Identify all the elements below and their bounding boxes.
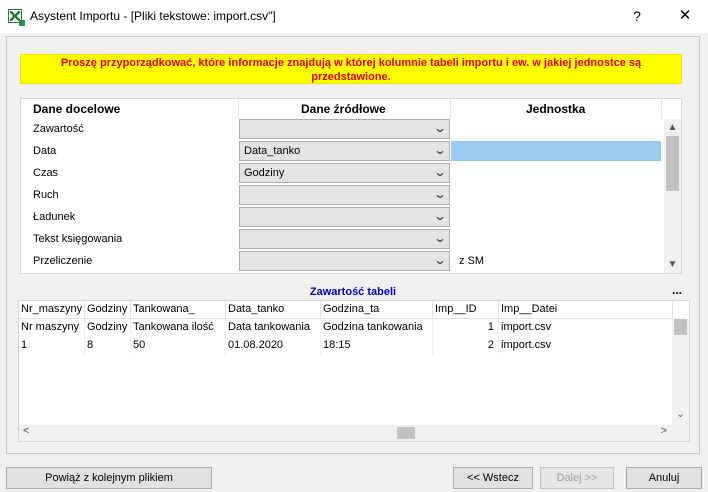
scrollbar-thumb[interactable] xyxy=(674,319,687,335)
instruction-notice: Proszę przyporządkować, które informacje… xyxy=(20,54,682,84)
more-options-button[interactable]: ... xyxy=(672,283,682,297)
cancel-button[interactable]: Anuluj xyxy=(626,467,702,489)
target-field-label: Zawartość xyxy=(33,123,84,135)
chevron-down-icon: ⌄ xyxy=(432,121,448,135)
unit-cell[interactable] xyxy=(451,229,661,249)
link-next-file-button[interactable]: Powiąż z kolejnym plikiem xyxy=(6,467,212,489)
table-row[interactable]: 1 8 50 01.08.2020 18:15 2 import.csv xyxy=(19,337,673,355)
column-header[interactable]: Imp__Datei xyxy=(499,301,673,319)
target-field-label: Ruch xyxy=(33,189,59,201)
mapping-row[interactable]: Przeliczenie ⌄ z SM xyxy=(21,251,665,272)
help-button[interactable]: ? xyxy=(622,5,652,27)
excel-icon xyxy=(8,9,25,26)
target-field-label: Data xyxy=(33,145,57,157)
column-header[interactable]: Tankowana_ xyxy=(131,301,226,319)
field-mapping-grid: Dane docelowe Dane źródłowe Jednostka Za… xyxy=(20,98,682,274)
source-combo[interactable]: ⌄ xyxy=(239,229,450,249)
scrollbar-thumb[interactable] xyxy=(397,427,415,439)
chevron-down-icon[interactable]: ⌄ xyxy=(672,409,689,425)
unit-cell[interactable]: z SM xyxy=(451,251,661,271)
close-button[interactable]: ✕ xyxy=(670,5,700,27)
table-cell: Tankowana ilość xyxy=(131,319,226,337)
scrollbar-thumb[interactable] xyxy=(666,136,679,191)
table-content-title: Zawartość tabeli xyxy=(309,286,397,298)
target-field-label: Tekst księgowania xyxy=(33,233,123,245)
source-combo[interactable]: Godziny ⌄ xyxy=(239,163,450,183)
title-bar: Asystent Importu - [Pliki tekstowe: impo… xyxy=(0,0,708,33)
chevron-down-icon: ⌄ xyxy=(432,165,448,179)
mapping-row[interactable]: Zawartość ⌄ xyxy=(21,119,665,140)
mapping-row[interactable]: Tekst księgowania ⌄ xyxy=(21,229,665,250)
table-cell: 50 xyxy=(131,337,226,355)
table-vertical-scrollbar[interactable]: ⌄ xyxy=(672,319,689,425)
source-combo[interactable]: Data_tanko ⌄ xyxy=(239,141,450,161)
table-header-row: Nr_maszyny Godziny Tankowana_ Data_tanko… xyxy=(19,301,673,319)
table-horizontal-scrollbar[interactable]: < > xyxy=(19,425,689,441)
table-cell: 8 xyxy=(85,337,131,355)
column-header[interactable]: Data_tanko xyxy=(226,301,321,319)
back-button[interactable]: << Wstecz xyxy=(453,467,533,489)
mapping-row[interactable]: Ładunek ⌄ xyxy=(21,207,665,228)
table-cell: Godzina tankowania xyxy=(321,319,433,337)
mapping-header: Dane docelowe Dane źródłowe Jednostka xyxy=(21,99,665,119)
table-cell: import.csv xyxy=(499,319,673,337)
chevron-left-icon[interactable]: < xyxy=(23,425,29,437)
chevron-down-icon: ⌄ xyxy=(432,253,448,267)
source-combo[interactable]: ⌄ xyxy=(239,119,450,139)
table-cell: Data tankowania xyxy=(226,319,321,337)
chevron-up-icon[interactable]: ▲ xyxy=(664,119,681,136)
chevron-down-icon: ⌄ xyxy=(432,231,448,245)
chevron-down-icon: ⌄ xyxy=(432,209,448,223)
target-column-header: Dane docelowe xyxy=(33,102,121,116)
chevron-right-icon[interactable]: > xyxy=(661,425,667,437)
table-cell: 1 xyxy=(433,319,499,337)
table-cell: 01.08.2020 xyxy=(226,337,321,355)
chevron-down-icon: ⌄ xyxy=(432,187,448,201)
window-title: Asystent Importu - [Pliki tekstowe: impo… xyxy=(30,9,276,23)
column-header[interactable]: Nr_maszyny xyxy=(19,301,85,319)
next-button[interactable]: Dalej >> xyxy=(540,467,614,489)
chevron-down-icon: ⌄ xyxy=(432,143,448,157)
unit-cell[interactable] xyxy=(451,163,661,183)
unit-cell[interactable] xyxy=(451,185,661,205)
unit-column-header: Jednostka xyxy=(526,102,586,116)
unit-cell-selected[interactable] xyxy=(451,141,661,161)
column-header[interactable]: Godzina_ta xyxy=(321,301,433,319)
table-cell: import.csv xyxy=(499,337,673,355)
table-cell: 2 xyxy=(433,337,499,355)
table-cell: 1 xyxy=(19,337,85,355)
source-combo[interactable]: ⌄ xyxy=(239,207,450,227)
column-header[interactable]: Imp__ID xyxy=(433,301,499,319)
table-cell: Nr maszyny xyxy=(19,319,85,337)
chevron-down-icon[interactable]: ▼ xyxy=(664,256,681,273)
unit-cell[interactable] xyxy=(451,119,661,139)
source-column-header: Dane źródłowe xyxy=(301,102,386,116)
unit-cell[interactable] xyxy=(451,207,661,227)
table-row[interactable]: Nr maszyny Godziny Tankowana ilość Data … xyxy=(19,319,673,337)
target-field-label: Ładunek xyxy=(33,211,76,223)
mapping-scrollbar[interactable]: ▲ ▼ xyxy=(664,119,681,273)
target-field-label: Czas xyxy=(33,167,59,179)
source-combo[interactable]: ⌄ xyxy=(239,185,450,205)
table-preview-grid: Nr_maszyny Godziny Tankowana_ Data_tanko… xyxy=(18,300,690,442)
mapping-row[interactable]: Data Data_tanko ⌄ xyxy=(21,141,665,162)
table-cell: Godziny xyxy=(85,319,131,337)
table-cell: 18:15 xyxy=(321,337,433,355)
source-combo[interactable]: ⌄ xyxy=(239,251,450,271)
target-field-label: Przeliczenie xyxy=(33,255,93,267)
mapping-row[interactable]: Czas Godziny ⌄ xyxy=(21,163,665,184)
column-header[interactable]: Godziny xyxy=(85,301,131,319)
mapping-row[interactable]: Ruch ⌄ xyxy=(21,185,665,206)
